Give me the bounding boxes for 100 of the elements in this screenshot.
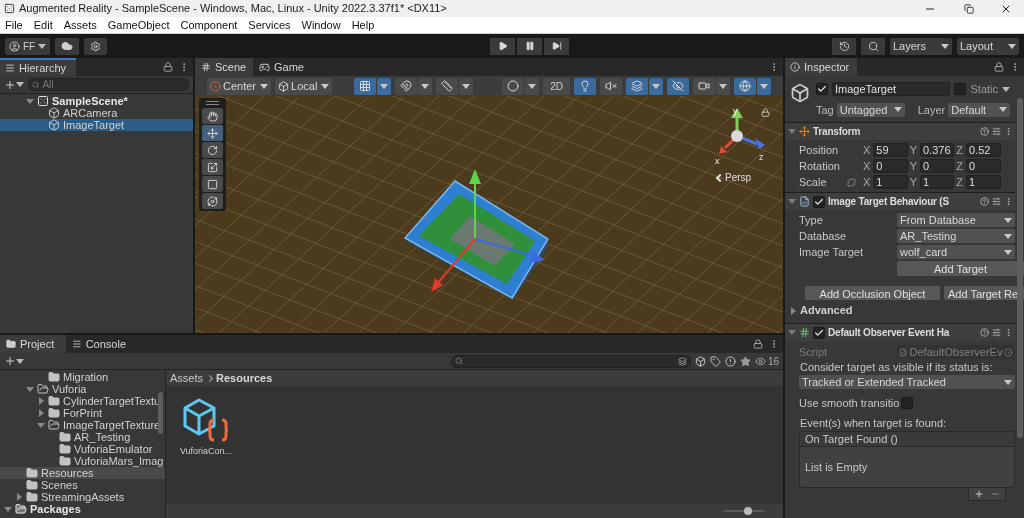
number-field[interactable]: 1 [873, 175, 908, 189]
presets-icon[interactable] [992, 197, 1001, 206]
dropdown[interactable]: Layers [890, 37, 952, 55]
action-button[interactable]: Add Target Re [944, 286, 1024, 300]
tree-item[interactable]: ARCamera [0, 107, 193, 119]
asset-item[interactable]: VuforiaCon... [176, 396, 236, 504]
toolbar-toggle[interactable] [436, 77, 459, 95]
component-header[interactable]: Image Target Behaviour (S [785, 192, 1015, 210]
action-button[interactable]: Add Occlusion Object [805, 286, 940, 300]
toolbar-toggle[interactable] [502, 77, 525, 95]
dropdown-toggle[interactable] [377, 77, 392, 95]
tree-item[interactable]: ImageTarget [0, 119, 193, 131]
lock-icon[interactable] [761, 108, 770, 117]
tree-item[interactable]: VuforiaMars_Imag [0, 455, 165, 467]
toolbar-toggle[interactable] [667, 77, 689, 95]
tree-item[interactable]: Vuforia [0, 383, 165, 395]
hierarchy-tab[interactable]: Hierarchy [0, 58, 76, 76]
tree-item[interactable]: CylinderTargetTextu [0, 395, 165, 407]
hidden-packages-button[interactable]: 16 [754, 353, 779, 369]
dropdown-toggle[interactable] [418, 77, 433, 95]
tree-item[interactable]: Migration [0, 371, 165, 383]
menu-item[interactable]: Edit [33, 16, 53, 34]
name-field[interactable]: ImageTarget [832, 82, 951, 97]
plus-icon[interactable] [974, 489, 984, 499]
checkbox[interactable] [816, 83, 828, 96]
add-target-button[interactable]: Add Target [897, 261, 1024, 276]
checkbox[interactable] [813, 326, 825, 339]
component-header[interactable]: Transform [785, 122, 1015, 140]
dropdown[interactable]: wolf_card [897, 245, 1015, 259]
dropdown[interactable]: Untagged [836, 102, 905, 117]
number-field[interactable]: 1 [966, 175, 1001, 189]
tree-item[interactable]: StreamingAssets [0, 491, 165, 503]
tree-item[interactable]: ImageTargetTexture [0, 419, 165, 431]
dropdown[interactable]: From Database [897, 213, 1015, 227]
tree-item[interactable]: SampleScene* [0, 95, 193, 107]
number-field[interactable]: 0 [920, 159, 955, 173]
checkbox[interactable] [954, 83, 967, 96]
toolbar-toggle[interactable] [395, 77, 418, 95]
help-icon[interactable] [980, 127, 989, 136]
pause-button[interactable] [517, 37, 543, 55]
tool-button[interactable] [202, 176, 223, 192]
dropdown-toggle[interactable] [716, 77, 730, 95]
help-icon[interactable] [980, 197, 989, 206]
component-header[interactable]: Default Observer Event Ha [785, 323, 1015, 341]
menu-item[interactable]: File [5, 16, 23, 34]
toolbar-toggle[interactable] [693, 77, 715, 95]
search-input[interactable]: All [42, 77, 185, 92]
menu-item[interactable]: Component [180, 16, 238, 34]
more-icon[interactable] [1004, 127, 1013, 136]
tree-item[interactable]: Resources [0, 467, 165, 479]
history-button[interactable] [832, 37, 856, 55]
search-field[interactable] [450, 354, 691, 368]
space-dropdown[interactable]: Local [275, 77, 333, 95]
dropdown[interactable]: Layout [957, 37, 1019, 55]
number-field[interactable]: 0 [966, 159, 1001, 173]
search-button[interactable] [861, 37, 885, 55]
toolbar-toggle[interactable] [626, 77, 648, 95]
cloud-button[interactable] [55, 37, 80, 55]
presets-icon[interactable] [992, 127, 1001, 136]
tag-icon[interactable] [709, 355, 721, 367]
menu-item[interactable]: Services [248, 16, 291, 34]
tree-item[interactable]: VuforiaEmulator [0, 443, 165, 455]
lock-icon[interactable] [994, 62, 1004, 72]
search-field[interactable]: All [28, 78, 189, 91]
dropdown-toggle[interactable] [757, 77, 771, 95]
menu-item[interactable]: Help [351, 16, 375, 34]
tree-item[interactable]: Scenes [0, 479, 165, 491]
scrollbar[interactable] [1017, 98, 1023, 438]
scrollbar[interactable] [158, 392, 163, 434]
projection-label[interactable]: Persp [717, 170, 752, 185]
account-button[interactable]: FF [5, 37, 51, 55]
dropdown-toggle[interactable] [649, 77, 663, 95]
toolbar-toggle[interactable] [574, 77, 596, 95]
tool-button[interactable] [202, 193, 223, 209]
dropdown[interactable]: AR_Testing [897, 229, 1015, 243]
lock-icon[interactable] [753, 339, 763, 349]
alert-icon[interactable] [724, 355, 736, 367]
step-button[interactable] [544, 37, 570, 55]
menu-item[interactable]: GameObject [107, 16, 170, 34]
checkbox[interactable] [901, 397, 914, 409]
pivot-dropdown[interactable]: Center [207, 77, 272, 95]
tool-button[interactable] [202, 108, 223, 124]
number-field[interactable]: 0.52 [966, 143, 1001, 157]
slider-thumb[interactable] [744, 507, 753, 515]
view-tab[interactable]: Game [253, 58, 310, 76]
number-field[interactable]: 0.376 [920, 143, 955, 157]
toolbar-toggle[interactable] [734, 77, 756, 95]
more-icon[interactable] [1004, 328, 1013, 337]
panel-tab[interactable]: Console [66, 335, 132, 353]
number-field[interactable]: 59 [873, 143, 908, 157]
advanced-foldout[interactable]: Advanced [785, 302, 1015, 319]
menu-item[interactable]: Window [301, 16, 341, 34]
checkbox[interactable] [813, 195, 825, 208]
lock-icon[interactable] [163, 62, 173, 72]
breadcrumb-item[interactable]: Resources [216, 369, 273, 387]
tool-button[interactable] [202, 142, 223, 158]
tree-item[interactable]: Packages [0, 503, 165, 515]
menu-item[interactable]: Assets [63, 16, 97, 34]
panel-tab[interactable]: Project [0, 335, 66, 353]
tree-item[interactable]: AR_Testing [0, 431, 165, 443]
